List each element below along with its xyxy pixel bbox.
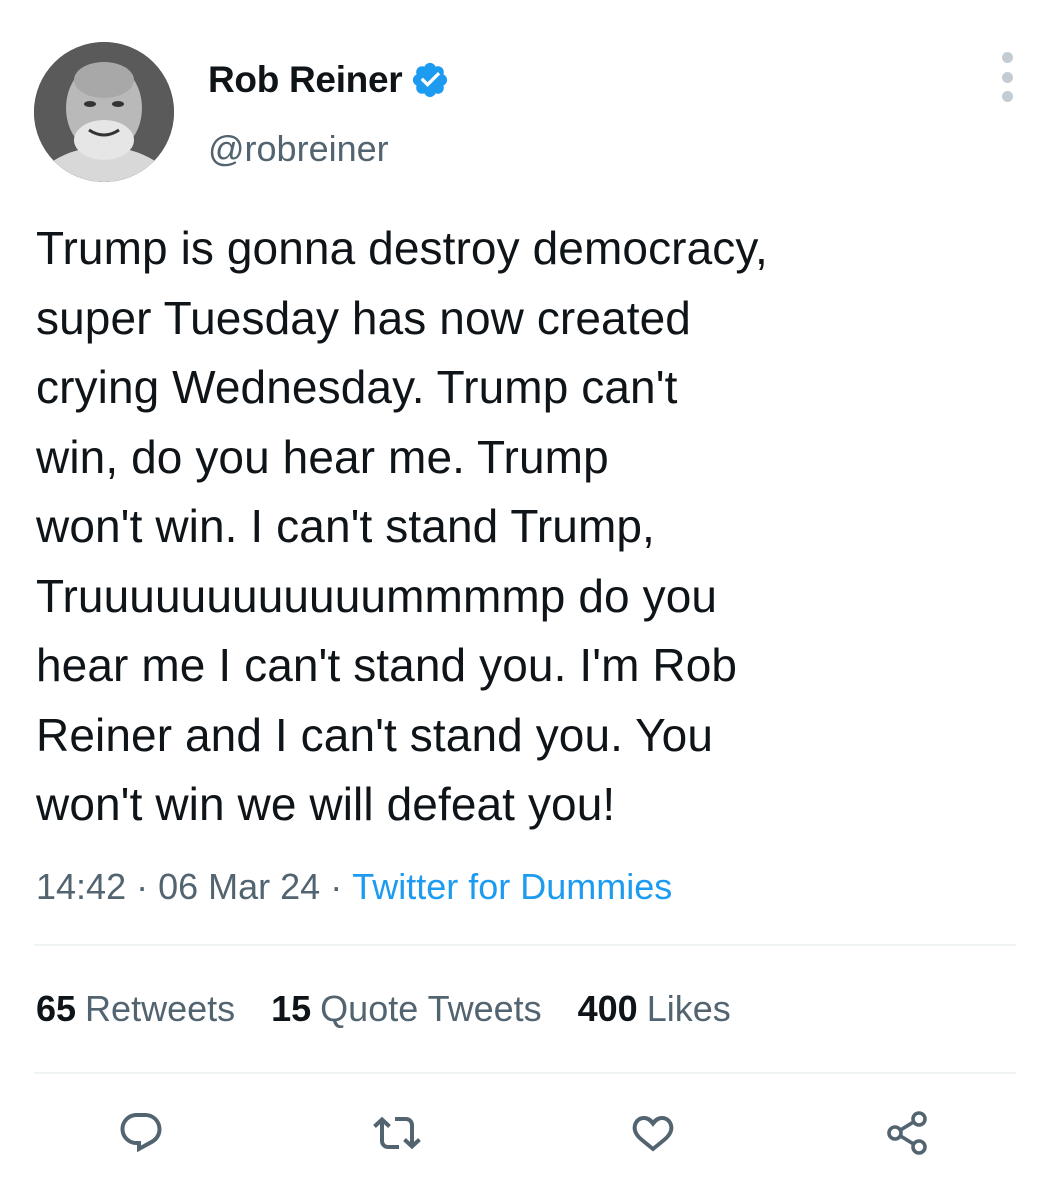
- quote-tweets-stat[interactable]: 15 Quote Tweets: [271, 988, 542, 1030]
- more-dot: [1001, 71, 1013, 83]
- quote-tweets-label: Quote Tweets: [320, 988, 542, 1029]
- display-name-row: Rob Reiner: [208, 56, 450, 104]
- verified-badge-icon: [413, 62, 448, 98]
- tweet-date[interactable]: 06 Mar 24: [158, 866, 320, 907]
- reply-button[interactable]: [106, 1098, 176, 1168]
- meta-separator: ·: [136, 866, 149, 907]
- tweet-time[interactable]: 14:42: [36, 866, 126, 907]
- share-button[interactable]: [872, 1098, 942, 1168]
- display-name[interactable]: Rob Reiner: [208, 59, 403, 101]
- avatar-photo: [34, 42, 174, 182]
- retweets-count: 65: [36, 988, 77, 1029]
- more-dot: [1001, 91, 1013, 102]
- tweet-text: Trump is gonna destroy democracy, super …: [36, 222, 768, 830]
- like-icon: [632, 1115, 674, 1152]
- reply-icon: [120, 1113, 162, 1153]
- likes-count: 400: [577, 988, 638, 1029]
- tweet: Rob Reiner @robreiner Trump is gonna des…: [0, 0, 1048, 1200]
- tweet-meta: 14:42 · 06 Mar 24 · Twitter for Dummies: [36, 866, 672, 908]
- likes-label: Likes: [646, 988, 731, 1029]
- tweet-actions: [0, 1098, 1048, 1168]
- meta-separator: ·: [330, 866, 343, 907]
- share-icon: [887, 1111, 927, 1155]
- more-options-icon[interactable]: [992, 52, 1022, 102]
- divider: [34, 944, 1016, 946]
- tweet-stats: 65 Retweets 15 Quote Tweets 400 Likes: [36, 988, 767, 1030]
- likes-stat[interactable]: 400 Likes: [578, 988, 731, 1030]
- tweet-source-link[interactable]: Twitter for Dummies: [352, 866, 672, 907]
- divider: [34, 1072, 1016, 1074]
- quote-tweets-count: 15: [271, 988, 312, 1029]
- retweet-icon: [373, 1116, 421, 1150]
- avatar[interactable]: [34, 42, 174, 182]
- retweets-label: Retweets: [85, 988, 236, 1029]
- user-handle[interactable]: @robreiner: [208, 128, 389, 170]
- retweet-button[interactable]: [362, 1098, 432, 1168]
- like-button[interactable]: [618, 1098, 688, 1168]
- more-dot: [1001, 52, 1013, 63]
- retweets-stat[interactable]: 65 Retweets: [36, 988, 235, 1030]
